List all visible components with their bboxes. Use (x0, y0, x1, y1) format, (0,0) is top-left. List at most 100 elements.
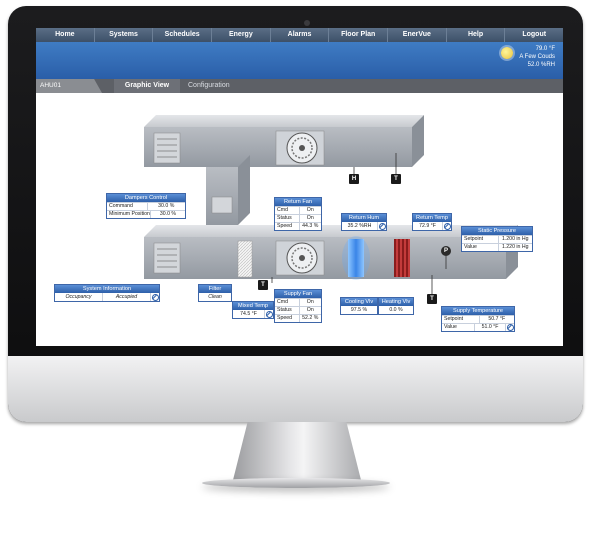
cooling-valve-title: Cooling Vlv (341, 298, 377, 306)
mixed-temp-panel[interactable]: Mixed Temp 74.5 °F (232, 301, 274, 319)
static-pressure-panel[interactable]: Static Pressure Setpoint 1.200 in Hg Valu… (461, 226, 533, 252)
pressure-sensor-icon[interactable]: P (441, 246, 451, 256)
monitor-stand (232, 422, 362, 484)
system-information-title: System Information (55, 285, 159, 293)
return-temp-value: 72.9 °F (419, 223, 436, 229)
mixed-temp-sensor-icon[interactable]: T (258, 280, 268, 290)
return-fan-cmd-value[interactable]: On (300, 207, 322, 214)
return-temp-panel[interactable]: Return Temp 72.9 °F (412, 213, 452, 231)
override-icon[interactable] (506, 324, 514, 331)
filter-title: Filter (199, 285, 231, 293)
nav-schedules[interactable]: Schedules (153, 28, 213, 42)
system-information-panel[interactable]: System Information Occupancy Accupied (54, 284, 160, 302)
tab-bar: AHU01 Graphic View Configuration (36, 79, 563, 93)
cooling-glow (342, 236, 370, 280)
static-pressure-setpoint-value[interactable]: 1.200 in Hg (499, 236, 533, 243)
dampers-minpos-value[interactable]: 30.0 % (151, 211, 185, 218)
screen: Home Systems Schedules Energy Alarms Flo… (36, 28, 563, 346)
outside-air-damper (153, 242, 181, 274)
tab-graphic-view[interactable]: Graphic View (114, 79, 180, 93)
heating-coil (394, 239, 410, 277)
return-temp-sensor-icon[interactable]: T (391, 174, 401, 184)
override-icon[interactable] (151, 293, 159, 301)
ahu-graphic: H T T T P Dampers Control Command 30.0 % … (36, 93, 563, 346)
mixed-temp-title: Mixed Temp (233, 302, 273, 310)
static-pressure-value: 1.220 in Hg (501, 244, 529, 250)
return-fan-cmd-label: Cmd (275, 207, 300, 214)
nav-help[interactable]: Help (447, 28, 506, 42)
cooling-valve-value: 97.5 % (350, 307, 368, 313)
tab-configuration[interactable]: Configuration (188, 79, 230, 93)
filter-graphic (237, 240, 253, 278)
dampers-minpos-label: Minimum Position (109, 211, 151, 218)
supply-temp-setpoint-value[interactable]: 50.7 °F (480, 316, 515, 323)
monitor-chin (8, 356, 583, 422)
humidity-sensor-icon[interactable]: H (349, 174, 359, 184)
override-icon[interactable] (378, 222, 386, 230)
supply-fan-speed-label: Speed (275, 315, 300, 322)
supply-fan-cmd-label: Cmd (275, 299, 300, 306)
override-icon[interactable] (443, 222, 451, 230)
nav-home[interactable]: Home (36, 28, 95, 42)
supply-fan-status-value: On (306, 307, 314, 313)
mixing-damper (211, 196, 233, 214)
supply-temperature-panel[interactable]: Supply Temperature Setpoint 50.7 °F Value… (441, 306, 515, 332)
supply-temperature-title: Supply Temperature (442, 307, 514, 315)
supply-fan-graphic (275, 240, 325, 276)
dampers-control-panel[interactable]: Dampers Control Command 30.0 % Minimum Po… (106, 193, 186, 219)
supply-temp-value-label: Value (442, 324, 475, 331)
weather-conditions: A Few Couds (519, 54, 555, 60)
supply-temp-sensor-icon[interactable]: T (427, 294, 437, 304)
nav-alarms[interactable]: Alarms (271, 28, 330, 42)
occupancy-label: Occupancy (55, 293, 103, 301)
header-banner: 79.0 °F A Few Couds 52.0 %RH (36, 42, 563, 79)
filter-panel[interactable]: Filter Clean (198, 284, 232, 302)
exhaust-damper (153, 132, 181, 164)
nav-energy[interactable]: Energy (212, 28, 271, 42)
return-hum-title: Return Hum (342, 214, 386, 222)
override-icon[interactable] (265, 310, 273, 318)
cooling-valve-panel[interactable]: Cooling Vlv 97.5 % (340, 297, 378, 315)
static-pressure-value-label: Value (462, 244, 499, 251)
dampers-command-label: Command (107, 203, 148, 210)
supply-fan-title: Supply Fan (275, 290, 321, 298)
return-fan-panel[interactable]: Return Fan Cmd On Status On Speed 44.3 % (274, 197, 322, 231)
supply-temp-setpoint-label: Setpoint (442, 316, 480, 323)
weather-temperature: 79.0 °F (535, 46, 555, 52)
return-fan-status-label: Status (275, 215, 300, 222)
dampers-command-value[interactable]: 30.0 % (148, 203, 186, 210)
nav-logout[interactable]: Logout (505, 28, 563, 42)
weather-humidity: 52.0 %RH (527, 62, 555, 68)
supply-fan-cmd-value[interactable]: On (300, 299, 322, 306)
static-pressure-setpoint-label: Setpoint (462, 236, 499, 243)
return-fan-status-value: On (306, 215, 314, 221)
heating-valve-title: Heating Vlv (379, 298, 413, 306)
return-fan-speed-value: 44.3 % (302, 223, 319, 229)
return-hum-panel[interactable]: Return Hum 35.2 %RH (341, 213, 387, 231)
equipment-label: AHU01 (36, 79, 102, 93)
weather-widget: 79.0 °F A Few Couds 52.0 %RH (501, 45, 555, 69)
return-fan-graphic (275, 130, 325, 166)
partly-cloudy-icon (501, 47, 514, 59)
monitor-base (202, 478, 390, 488)
nav-floor-plan[interactable]: Floor Plan (329, 28, 389, 42)
return-hum-value: 35.2 %RH (347, 223, 372, 229)
supply-fan-status-label: Status (275, 307, 300, 314)
camera-dot (304, 20, 310, 26)
supply-fan-panel[interactable]: Supply Fan Cmd On Status On Speed 52.2 % (274, 289, 322, 323)
supply-temp-value: 51.0 °F (481, 324, 499, 330)
filter-status: Clean (208, 294, 222, 300)
nav-systems[interactable]: Systems (95, 28, 154, 42)
dampers-control-title: Dampers Control (107, 194, 185, 202)
nav-enervue[interactable]: EnerVue (388, 28, 447, 42)
return-fan-title: Return Fan (275, 198, 321, 206)
return-temp-title: Return Temp (413, 214, 451, 222)
top-navigation: Home Systems Schedules Energy Alarms Flo… (36, 28, 563, 42)
mixed-temp-value: 74.5 °F (240, 311, 257, 317)
heating-valve-value: 0.0 % (389, 307, 403, 313)
occupancy-status: Accupied (115, 294, 138, 300)
supply-fan-speed-value: 52.2 % (302, 315, 319, 321)
static-pressure-title: Static Pressure (462, 227, 532, 235)
heating-valve-panel[interactable]: Heating Vlv 0.0 % (378, 297, 414, 315)
return-fan-speed-label: Speed (275, 223, 300, 230)
